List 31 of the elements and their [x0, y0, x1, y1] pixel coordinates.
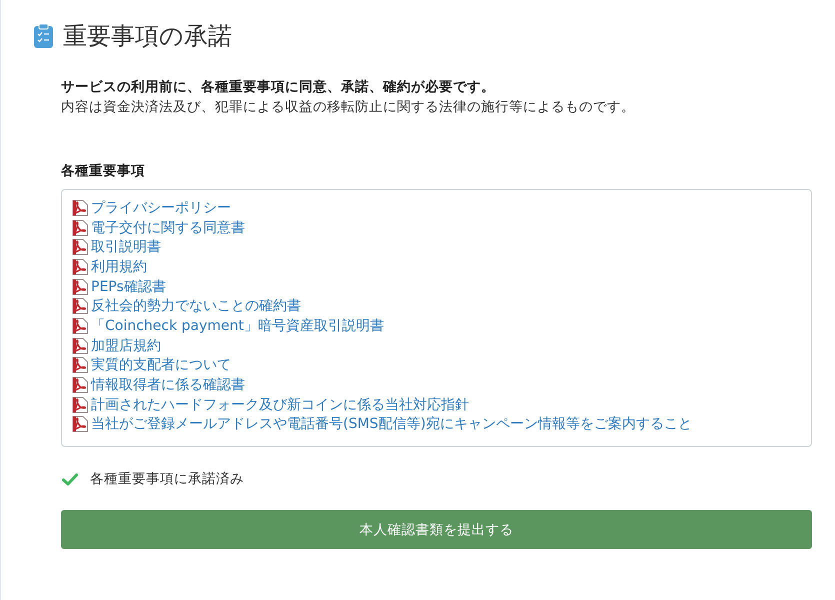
- clipboard-checklist-icon: [34, 24, 53, 48]
- document-link[interactable]: 利用規約: [72, 257, 147, 277]
- page-title: 重要事項の承諾: [63, 21, 232, 52]
- pdf-file-icon: [72, 357, 88, 374]
- intro-note-text: 内容は資金決済法及び、犯罪による収益の移転防止に関する法律の施行等によるものです。: [61, 98, 636, 117]
- document-link[interactable]: 取引説明書: [72, 237, 161, 258]
- document-link[interactable]: 「Coincheck payment」暗号資産取引説明書: [72, 316, 384, 336]
- intro-lead-text: サービスの利用前に、各種重要事項に同意、承諾、確約が必要です。: [61, 78, 496, 97]
- document-link[interactable]: 当社がご登録メールアドレスや電話番号(SMS配信等)宛にキャンペーン情報等をご案内すること: [72, 414, 692, 434]
- pdf-file-icon: [72, 396, 88, 413]
- pdf-file-icon: [72, 318, 88, 334]
- pdf-file-icon: [72, 258, 88, 275]
- pdf-file-icon: [72, 200, 88, 216]
- consent-status-text: 各種重要事項に承諾済み: [90, 470, 244, 488]
- pdf-file-icon: [72, 239, 88, 256]
- document-link[interactable]: 実質的支配者について: [72, 356, 231, 376]
- pdf-file-icon: [72, 298, 88, 314]
- section-label: 各種重要事項: [61, 162, 146, 181]
- pdf-file-icon: [72, 338, 88, 354]
- pdf-file-icon: [72, 220, 88, 236]
- document-link[interactable]: 電子交付に関する同意書: [72, 218, 245, 238]
- document-link[interactable]: 加盟店規約: [72, 336, 161, 356]
- document-link[interactable]: 計画されたハードフォーク及び新コインに係る当社対応指針: [72, 394, 469, 415]
- pdf-file-icon: [72, 377, 88, 394]
- submit-button[interactable]: 本人確認書類を提出する: [61, 510, 812, 549]
- pdf-file-icon: [72, 278, 88, 295]
- document-link[interactable]: 反社会的勢力でないことの確約書: [72, 296, 301, 316]
- pdf-file-icon: [72, 416, 88, 432]
- document-link[interactable]: 情報取得者に係る確認書: [72, 375, 245, 395]
- document-link[interactable]: プライバシーポリシー: [72, 198, 231, 218]
- document-link[interactable]: PEPs確認書: [72, 276, 166, 296]
